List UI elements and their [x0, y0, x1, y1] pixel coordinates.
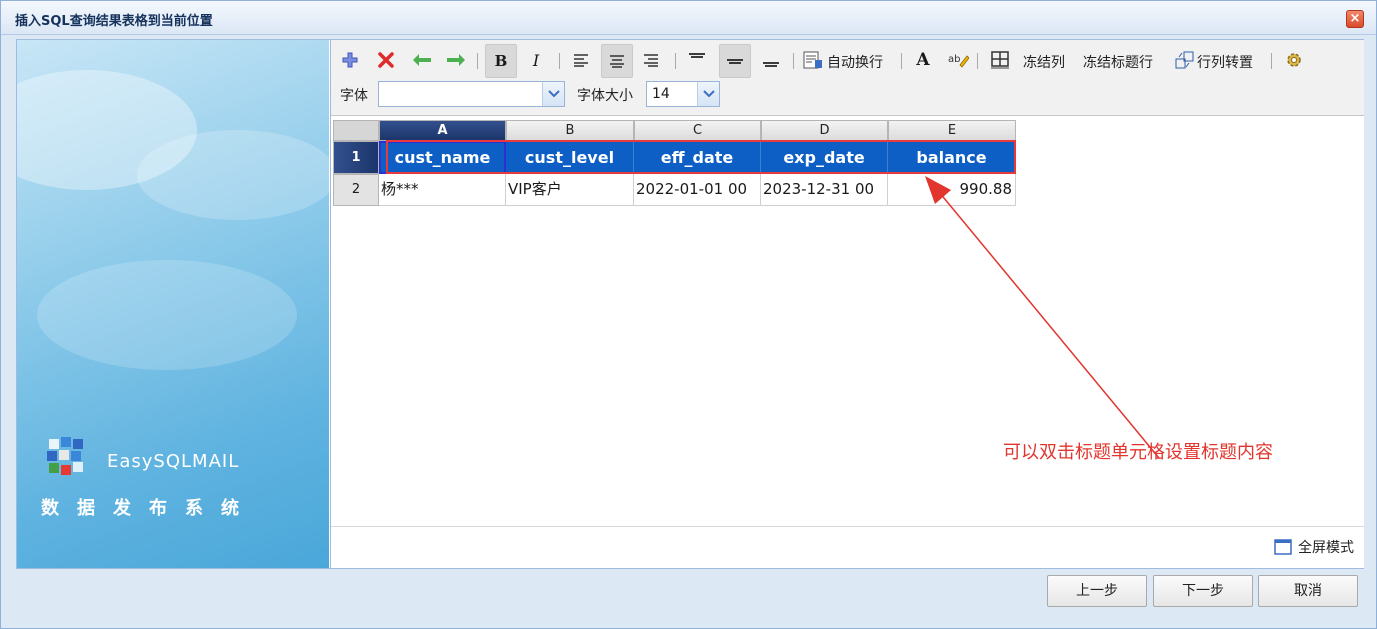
align-right-icon[interactable]: [637, 46, 665, 74]
column-header-b[interactable]: B: [506, 120, 634, 141]
chevron-down-icon[interactable]: [542, 82, 564, 106]
previous-button[interactable]: 上一步: [1047, 575, 1147, 607]
align-left-icon[interactable]: [567, 46, 595, 74]
font-size-select[interactable]: 14: [646, 81, 720, 107]
next-button[interactable]: 下一步: [1153, 575, 1253, 607]
dialog-title: 插入SQL查询结果表格到当前位置: [15, 14, 213, 29]
border-icon[interactable]: [987, 46, 1013, 74]
arrow-right-icon[interactable]: [443, 46, 469, 74]
italic-icon[interactable]: I: [523, 46, 549, 74]
valign-bottom-icon[interactable]: [757, 46, 785, 74]
dialog-footer: 上一步 下一步 取消: [16, 571, 1364, 613]
data-cell-eff-date[interactable]: 2022-01-01 00: [634, 174, 761, 206]
freeze-column-button[interactable]: 冻结列: [1023, 52, 1065, 72]
close-button[interactable]: ×: [1346, 10, 1364, 28]
fullscreen-toggle[interactable]: 全屏模式: [1274, 537, 1354, 557]
freeze-header-button[interactable]: 冻结标题行: [1083, 52, 1153, 72]
valign-top-icon[interactable]: [683, 46, 711, 74]
word-wrap-label[interactable]: 自动换行: [827, 52, 883, 72]
toolbar: B I 自动换行 A ab 冻结列 冻结标题行 行列转置 字体 字体大小 14: [331, 40, 1364, 116]
transpose-icon[interactable]: [1173, 46, 1197, 74]
cancel-button[interactable]: 取消: [1258, 575, 1358, 607]
data-cell-cust-level[interactable]: VIP客户: [506, 174, 634, 206]
dialog-window: 插入SQL查询结果表格到当前位置 × EasySQLMAIL 数据发布系统 B …: [0, 0, 1377, 629]
title-bar: 插入SQL查询结果表格到当前位置 ×: [1, 1, 1376, 35]
column-header-c[interactable]: C: [634, 120, 761, 141]
transpose-button[interactable]: 行列转置: [1197, 52, 1253, 72]
settings-icon[interactable]: [1281, 46, 1307, 74]
font-size-value: 14: [652, 86, 670, 102]
bold-icon[interactable]: B: [485, 44, 517, 78]
wrap-icon[interactable]: [801, 46, 825, 74]
column-header-e[interactable]: E: [888, 120, 1016, 141]
brand-name: EasySQLMAIL: [107, 451, 240, 472]
add-icon[interactable]: [337, 46, 363, 74]
chevron-down-icon[interactable]: [697, 82, 719, 106]
arrow-left-icon[interactable]: [409, 46, 435, 74]
brand-subtitle: 数据发布系统: [41, 498, 257, 519]
svg-text:ab: ab: [948, 54, 960, 65]
column-header-d[interactable]: D: [761, 120, 888, 141]
branding-panel: EasySQLMAIL 数据发布系统: [17, 40, 329, 568]
dialog-content: EasySQLMAIL 数据发布系统 B I 自动换行 A ab 冻结列 冻结标…: [16, 39, 1364, 569]
valign-middle-icon[interactable]: [719, 44, 751, 78]
data-cell-exp-date[interactable]: 2023-12-31 00: [761, 174, 888, 206]
delete-icon[interactable]: [373, 46, 399, 74]
editor-panel: B I 自动换行 A ab 冻结列 冻结标题行 行列转置 字体 字体大小 14 …: [330, 40, 1364, 568]
fullscreen-label: 全屏模式: [1298, 540, 1354, 556]
easysqlmail-logo-icon: [47, 437, 83, 475]
window-icon: [1274, 539, 1292, 555]
align-center-icon[interactable]: [601, 44, 633, 78]
data-cell-cust-name[interactable]: 杨***: [379, 174, 506, 206]
annotation-text: 可以双击标题单元格设置标题内容: [1003, 442, 1273, 463]
font-color-icon[interactable]: A: [911, 46, 935, 74]
annotation-arrow-icon: [925, 176, 1160, 459]
header-highlight-box: [386, 140, 1016, 174]
column-header-a[interactable]: A: [379, 120, 506, 141]
row-header-2[interactable]: 2: [333, 174, 379, 206]
font-select[interactable]: [378, 81, 565, 107]
font-label: 字体: [340, 88, 368, 104]
grid-corner[interactable]: [333, 120, 379, 141]
row-header-1[interactable]: 1: [333, 141, 379, 174]
highlight-icon[interactable]: ab: [945, 46, 971, 74]
font-size-label: 字体大小: [577, 88, 633, 104]
